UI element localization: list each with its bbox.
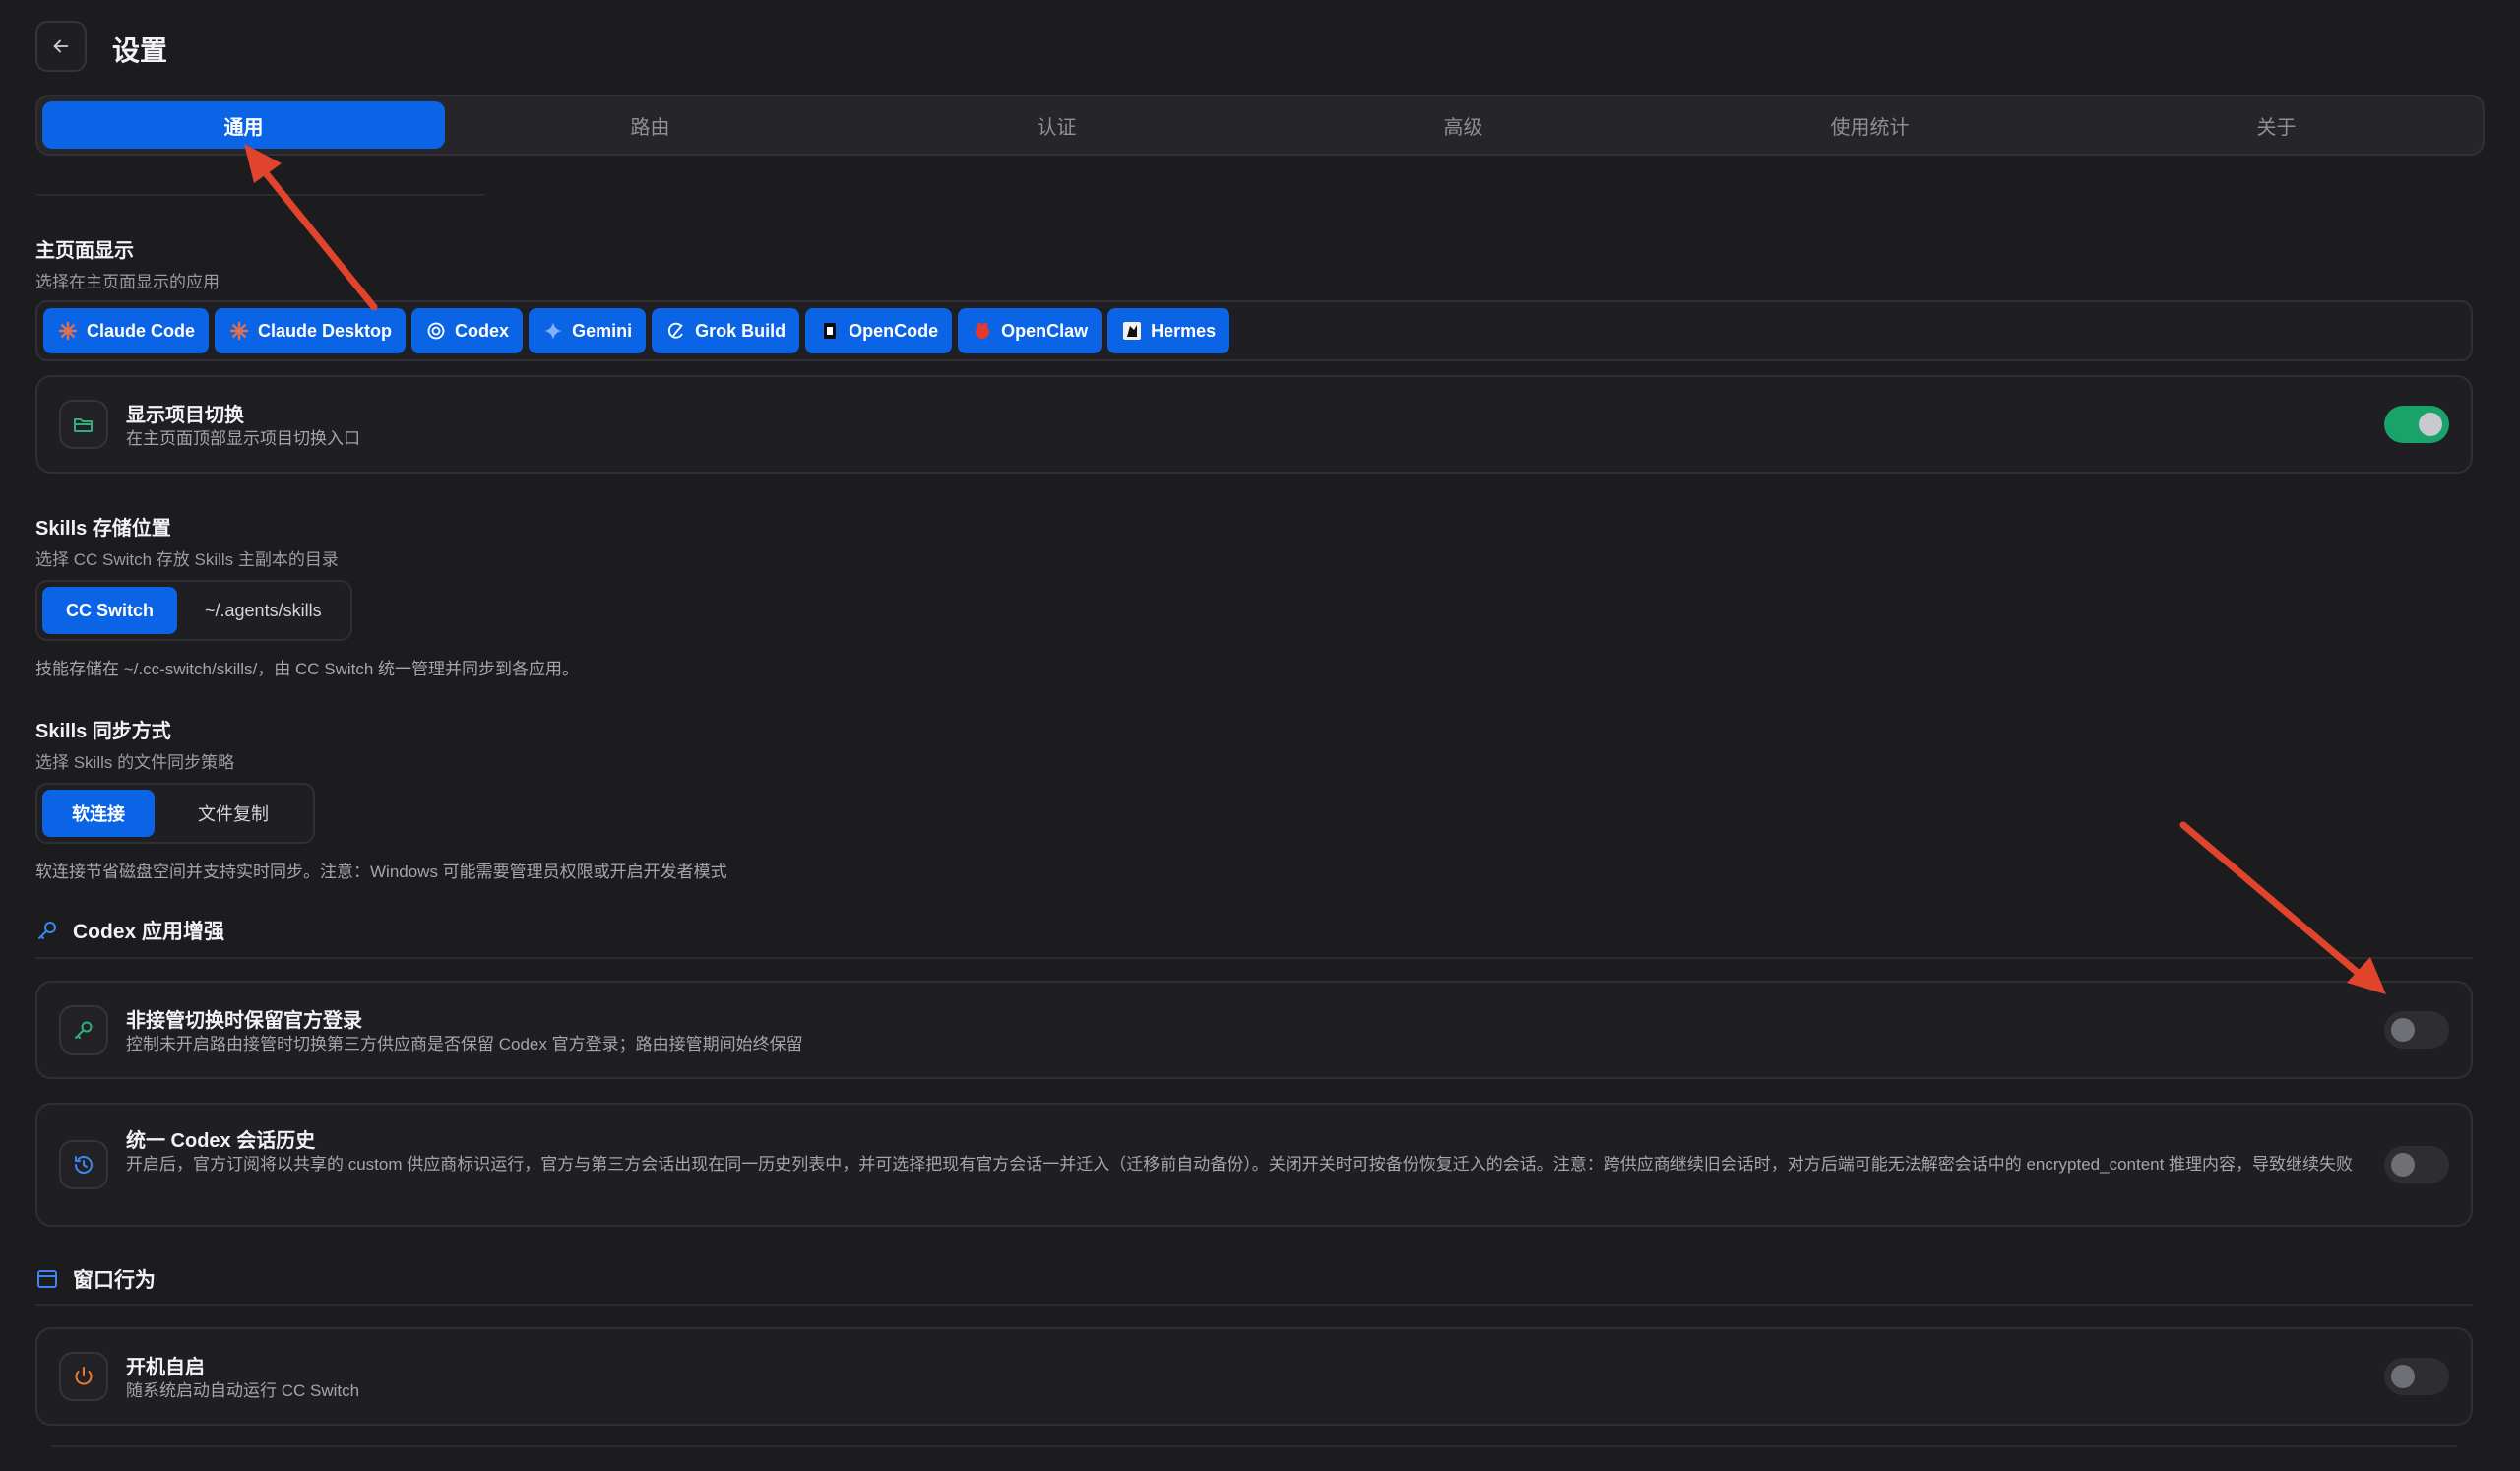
annotation-arrow [244,144,378,311]
annotation-overlay [244,144,2386,994]
annotation-arrow [2179,821,2386,994]
